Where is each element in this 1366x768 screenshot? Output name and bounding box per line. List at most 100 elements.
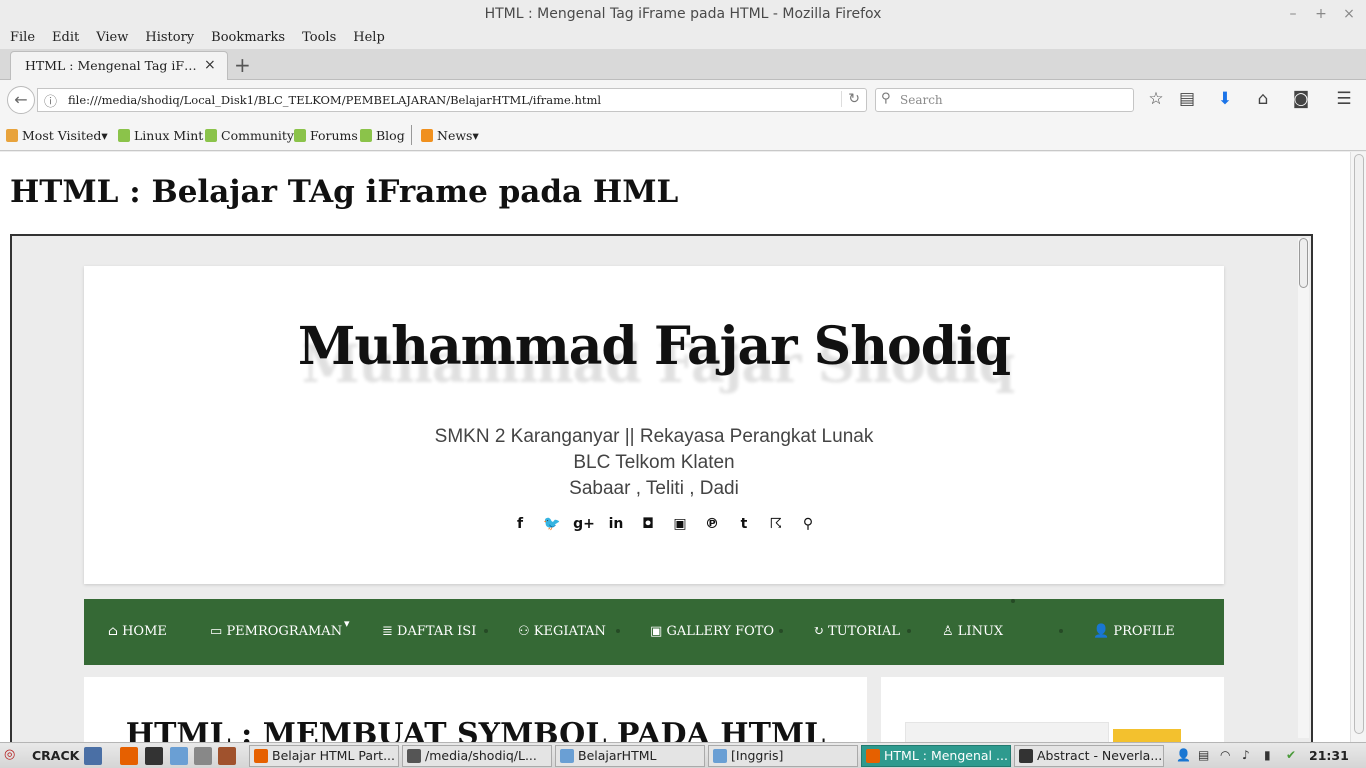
nav-pemrograman[interactable]: ▭ PEMROGRAMAN bbox=[210, 624, 342, 639]
url-text[interactable]: file:///media/shodiq/Local_Disk1/BLC_TEL… bbox=[68, 93, 601, 107]
page-scrollbar[interactable] bbox=[1350, 152, 1366, 742]
update-shield-icon[interactable]: ✔ bbox=[1286, 748, 1296, 762]
site-title[interactable]: Muhammad Fajar Shodiq bbox=[84, 316, 1224, 377]
nav-tutorial[interactable]: ↻ TUTORIAL bbox=[813, 624, 900, 639]
post-title[interactable]: HTML : MEMBUAT SYMBOL PADA HTML bbox=[84, 717, 867, 742]
nav-linux[interactable]: ♙ LINUX bbox=[942, 624, 1003, 639]
wifi-icon[interactable]: ◠ bbox=[1220, 748, 1230, 762]
user-icon[interactable]: 👤 bbox=[1176, 748, 1191, 762]
screenshot-icon[interactable] bbox=[194, 747, 212, 765]
show-desktop-icon[interactable] bbox=[84, 747, 102, 765]
menu-history[interactable]: History bbox=[145, 29, 194, 49]
site-search-icon[interactable]: ⚲ bbox=[792, 516, 824, 532]
hamburger-menu-icon[interactable]: ☰ bbox=[1333, 89, 1355, 109]
folder-icon bbox=[6, 129, 18, 142]
rss-feed-icon bbox=[421, 129, 433, 142]
bookmark-linux-mint[interactable]: Linux Mint bbox=[118, 128, 203, 143]
task-belajar-html[interactable]: Belajar HTML Part... bbox=[249, 745, 399, 767]
users-icon: ⚇ bbox=[518, 624, 530, 639]
pinterest-icon[interactable]: ℗ bbox=[696, 516, 728, 532]
clipboard-icon[interactable]: ▤ bbox=[1198, 748, 1209, 762]
app-launcher-icon[interactable] bbox=[218, 747, 236, 765]
bookmark-community[interactable]: Community bbox=[205, 128, 294, 143]
maximize-icon[interactable]: + bbox=[1314, 0, 1328, 29]
iframe-scrollbar[interactable] bbox=[1298, 238, 1309, 738]
task-abstract-neverland[interactable]: Abstract - Neverla... bbox=[1014, 745, 1164, 767]
files-icon[interactable] bbox=[170, 747, 188, 765]
pocket-icon[interactable]: ◙ bbox=[1290, 89, 1312, 109]
minimize-icon[interactable]: – bbox=[1286, 0, 1300, 29]
tumblr-icon[interactable]: t bbox=[728, 516, 760, 532]
task-inggris[interactable]: [Inggris] bbox=[708, 745, 858, 767]
embedded-iframe[interactable]: Muhammad Fajar Shodiq SMKN 2 Karanganyar… bbox=[10, 234, 1313, 742]
close-icon[interactable]: × bbox=[1342, 0, 1356, 29]
sidebar-search-button[interactable] bbox=[1113, 729, 1181, 742]
linux-icon: ♙ bbox=[942, 624, 954, 639]
terminal-icon bbox=[407, 749, 421, 763]
terminal-icon[interactable] bbox=[145, 747, 163, 765]
back-button[interactable]: ← bbox=[7, 86, 35, 114]
menu-file[interactable]: File bbox=[10, 29, 35, 49]
downloads-icon[interactable]: ⬇ bbox=[1214, 89, 1236, 109]
nav-daftar-isi[interactable]: ≣ DAFTAR ISI bbox=[382, 624, 476, 639]
page-scrollbar-thumb[interactable] bbox=[1354, 154, 1364, 734]
bookmark-news[interactable]: News▾ bbox=[421, 128, 479, 143]
task-media-shodiq[interactable]: /media/shodiq/L... bbox=[402, 745, 552, 767]
firefox-icon[interactable] bbox=[120, 747, 138, 765]
instagram-icon[interactable]: ◘ bbox=[632, 516, 664, 532]
firefox-icon bbox=[254, 749, 268, 763]
nav-profile[interactable]: 👤 PROFILE bbox=[1093, 624, 1175, 639]
sidebar-search-input[interactable] bbox=[905, 722, 1109, 742]
menu-help[interactable]: Help bbox=[353, 29, 385, 49]
task-belajarhtml[interactable]: BelajarHTML bbox=[555, 745, 705, 767]
nav-home[interactable]: ⌂ HOME bbox=[108, 624, 167, 639]
twitter-icon[interactable]: 🐦 bbox=[536, 516, 568, 532]
facebook-icon[interactable]: f bbox=[504, 516, 536, 532]
page-title: HTML : Belajar TAg iFrame pada HML bbox=[10, 174, 679, 210]
chevron-down-icon: ▾ bbox=[101, 128, 108, 143]
search-bar[interactable]: ⚲ Search bbox=[875, 88, 1134, 112]
menu-bookmarks[interactable]: Bookmarks bbox=[211, 29, 285, 49]
tagline-school: SMKN 2 Karanganyar || Rekayasa Perangkat… bbox=[434, 426, 874, 447]
reload-icon[interactable]: ↻ bbox=[841, 91, 860, 107]
chevron-down-icon[interactable]: ▾ bbox=[344, 617, 350, 630]
menu-edit[interactable]: Edit bbox=[52, 29, 79, 49]
home-icon[interactable]: ⌂ bbox=[1252, 89, 1274, 109]
bookmarks-toolbar: Most Visited▾ Linux Mint Community Forum… bbox=[0, 120, 1366, 151]
close-tab-icon[interactable]: × bbox=[204, 57, 216, 73]
menu-view[interactable]: View bbox=[96, 29, 128, 49]
volume-icon[interactable]: ♪ bbox=[1242, 748, 1250, 762]
iframe-scrollbar-thumb[interactable] bbox=[1299, 238, 1308, 288]
nav-kegiatan[interactable]: ⚇ KEGIATAN bbox=[518, 624, 606, 639]
post-card: HTML : MEMBUAT SYMBOL PADA HTML bbox=[84, 677, 867, 742]
new-tab-icon[interactable]: + bbox=[234, 53, 251, 77]
folder-icon bbox=[560, 749, 574, 763]
info-icon[interactable]: ⓘ bbox=[44, 91, 57, 110]
rss-icon[interactable]: ☈ bbox=[760, 516, 792, 532]
bookmark-most-visited[interactable]: Most Visited▾ bbox=[6, 128, 108, 143]
reading-list-icon[interactable]: ▤ bbox=[1176, 89, 1198, 109]
start-menu-label[interactable]: CRACK bbox=[32, 748, 79, 763]
nav-gallery-foto[interactable]: ▣ GALLERY FOTO bbox=[650, 624, 774, 639]
nav-separator bbox=[907, 629, 911, 633]
nav-separator bbox=[779, 629, 783, 633]
page-viewport: HTML : Belajar TAg iFrame pada HML Muham… bbox=[0, 152, 1366, 742]
menu-tools[interactable]: Tools bbox=[302, 29, 336, 49]
menubar: File Edit View History Bookmarks Tools H… bbox=[0, 29, 1366, 49]
navigation-toolbar: ← ⓘ file:///media/shodiq/Local_Disk1/BLC… bbox=[0, 80, 1366, 120]
clock[interactable]: 21:31 bbox=[1309, 748, 1349, 763]
folder-icon bbox=[713, 749, 727, 763]
bookmark-star-icon[interactable]: ☆ bbox=[1145, 89, 1167, 109]
youtube-icon[interactable]: ▣ bbox=[664, 516, 696, 532]
linkedin-icon[interactable]: in bbox=[600, 516, 632, 532]
url-bar[interactable]: ⓘ file:///media/shodiq/Local_Disk1/BLC_T… bbox=[37, 88, 867, 112]
tab-active[interactable]: HTML : Mengenal Tag iFram… bbox=[10, 51, 228, 80]
google-plus-icon[interactable]: g+ bbox=[568, 516, 600, 532]
battery-icon[interactable]: ▮ bbox=[1264, 748, 1271, 762]
task-html-mengenal[interactable]: HTML : Mengenal ... bbox=[861, 745, 1011, 767]
site-navigation: ⌂ HOME ▭ PEMROGRAMAN ▾ ≣ DAFTAR ISI ⚇ KE… bbox=[84, 599, 1224, 665]
refresh-icon: ↻ bbox=[813, 624, 824, 639]
bookmark-forums[interactable]: Forums bbox=[294, 128, 358, 143]
start-menu-icon[interactable]: ◎ bbox=[4, 747, 15, 762]
bookmark-blog[interactable]: Blog bbox=[360, 128, 405, 143]
